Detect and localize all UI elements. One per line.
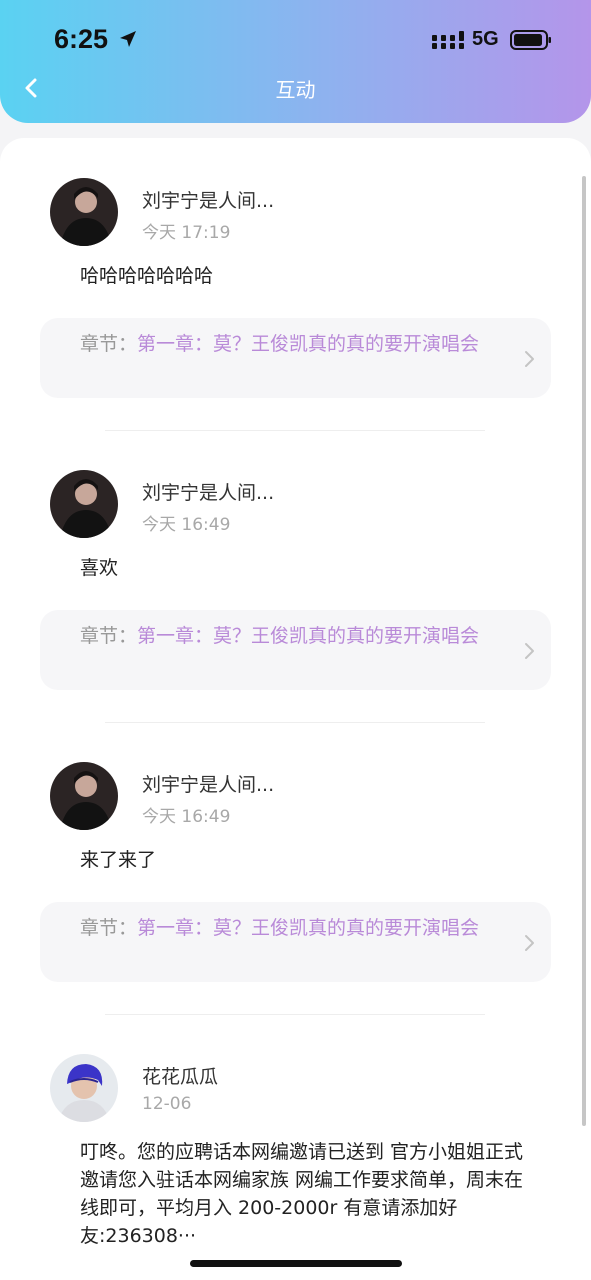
- comment-content: 哈哈哈哈哈哈哈: [80, 265, 214, 287]
- chapter-label: 章节：: [80, 917, 138, 939]
- chevron-right-icon: [525, 643, 534, 659]
- scrollbar[interactable]: [582, 176, 586, 1126]
- username[interactable]: 刘宇宁是人间...: [142, 770, 274, 797]
- page-title: 互动: [275, 78, 316, 102]
- divider: [105, 430, 485, 431]
- chapter-text: 章节：第一章：莫？王俊凯真的真的要开演唱会: [80, 624, 512, 649]
- chevron-right-icon: [525, 935, 534, 951]
- avatar[interactable]: [50, 178, 118, 246]
- chapter-text: 章节：第一章：莫？王俊凯真的真的要开演唱会: [80, 916, 512, 941]
- chapter-link[interactable]: 章节：第一章：莫？王俊凯真的真的要开演唱会: [40, 902, 551, 982]
- comment-time: 12-06: [142, 1094, 192, 1114]
- avatar[interactable]: [50, 762, 118, 830]
- comment-time: 今天 17:19: [142, 223, 231, 243]
- network-type: 5G: [472, 28, 499, 50]
- signal-icon: [432, 31, 464, 49]
- home-indicator[interactable]: [190, 1260, 402, 1267]
- chapter-link[interactable]: 章节：第一章：莫？王俊凯真的真的要开演唱会: [40, 610, 551, 690]
- comment-content: 喜欢: [80, 557, 119, 579]
- username[interactable]: 刘宇宁是人间...: [142, 186, 274, 213]
- avatar[interactable]: [50, 470, 118, 538]
- chapter-title: 第一章：莫？王俊凯真的真的要开演唱会: [137, 917, 480, 939]
- chapter-label: 章节：: [80, 625, 138, 647]
- chevron-right-icon: [525, 351, 534, 367]
- status-bar: 6:25 5G: [0, 0, 591, 80]
- status-time: 6:25: [54, 24, 109, 54]
- chapter-title: 第一章：莫？王俊凯真的真的要开演唱会: [137, 333, 480, 355]
- location-arrow-icon: [120, 31, 136, 47]
- username[interactable]: 刘宇宁是人间...: [142, 478, 274, 505]
- header-bar: 6:25 5G 互动: [0, 0, 591, 123]
- chapter-title: 第一章：莫？王俊凯真的真的要开演唱会: [137, 625, 480, 647]
- comment-content: 来了来了: [80, 849, 157, 871]
- chapter-label: 章节：: [80, 333, 138, 355]
- username[interactable]: 花花瓜瓜: [142, 1062, 218, 1089]
- comment-time: 今天 16:49: [142, 515, 231, 535]
- comment-content: 叮咚。您的应聘话本网编邀请已送到 官方小姐姐正式邀请您入驻话本网编家族 网编工作…: [80, 1141, 524, 1247]
- divider: [105, 722, 485, 723]
- battery-icon: [510, 30, 551, 50]
- chapter-text: 章节：第一章：莫？王俊凯真的真的要开演唱会: [80, 332, 512, 357]
- avatar[interactable]: [50, 1054, 118, 1122]
- chapter-link[interactable]: 章节：第一章：莫？王俊凯真的真的要开演唱会: [40, 318, 551, 398]
- divider: [105, 1014, 485, 1015]
- comment-time: 今天 16:49: [142, 807, 231, 827]
